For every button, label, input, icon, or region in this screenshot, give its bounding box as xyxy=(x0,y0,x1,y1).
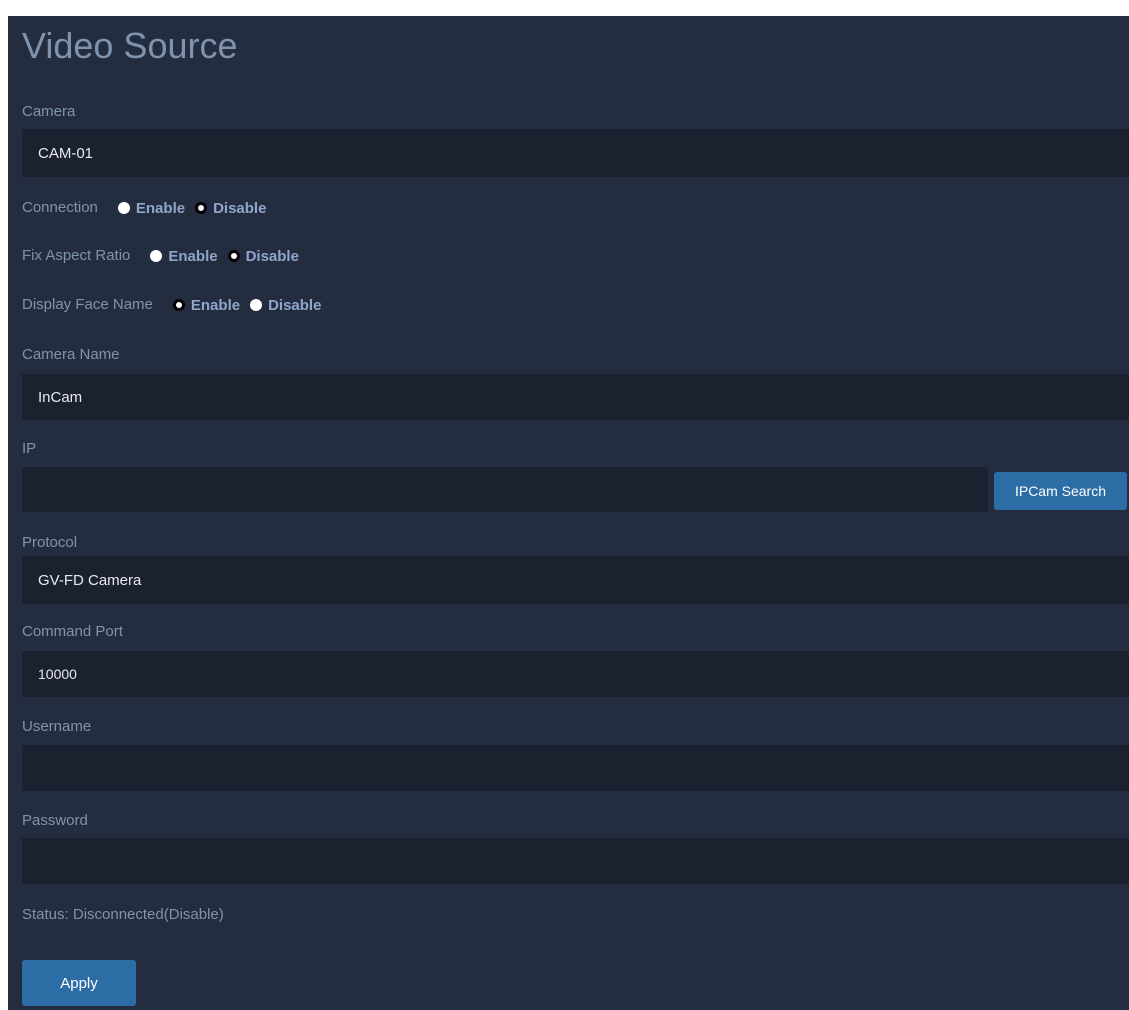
username-label: Username xyxy=(22,718,92,735)
protocol-select[interactable]: GV-FD Camera xyxy=(22,556,1129,604)
connection-status: Status: Disconnected(Disable) xyxy=(22,906,224,923)
password-label: Password xyxy=(22,812,88,829)
connection-enable-radio-dot xyxy=(117,202,130,214)
display-face-name-label: Display Face Name xyxy=(22,296,153,313)
command-port-input[interactable] xyxy=(22,651,1129,697)
ipcam-search-button[interactable]: IPCam Search xyxy=(994,472,1127,510)
fix-aspect-ratio-enable-radio-dot xyxy=(150,250,163,262)
display-face-name-row: Display Face Name Enable Disable xyxy=(22,296,331,314)
display-face-name-disable-radio-dot xyxy=(250,299,263,311)
password-input[interactable] xyxy=(22,838,1129,884)
protocol-label: Protocol xyxy=(22,534,78,551)
command-port-label: Command Port xyxy=(22,623,123,640)
ip-label: IP xyxy=(22,440,37,457)
connection-label: Connection xyxy=(22,199,98,216)
display-face-name-disable-label: Disable xyxy=(268,296,322,314)
camera-select[interactable]: CAM-01 xyxy=(22,129,1129,177)
display-face-name-disable-radio[interactable]: Disable xyxy=(250,297,321,314)
fix-aspect-ratio-disable-radio[interactable]: Disable xyxy=(227,247,299,265)
connection-disable-radio-dot xyxy=(195,202,208,214)
fix-aspect-ratio-disable-label: Disable xyxy=(245,247,299,265)
username-input[interactable] xyxy=(22,745,1129,791)
connection-enable-label: Enable xyxy=(135,199,186,217)
camera-label: Camera xyxy=(22,103,76,120)
connection-enable-radio[interactable]: Enable xyxy=(117,199,186,217)
fix-aspect-ratio-label: Fix Aspect Ratio xyxy=(22,247,131,264)
connection-disable-label: Disable xyxy=(213,199,267,217)
fix-aspect-ratio-enable-radio[interactable]: Enable xyxy=(150,247,218,265)
protocol-select-value: GV-FD Camera xyxy=(38,571,142,589)
display-face-name-enable-label: Enable xyxy=(190,296,241,314)
connection-row: Connection Enable Disable xyxy=(22,199,276,217)
camera-select-value: CAM-01 xyxy=(38,144,94,162)
video-source-panel: Video Source Camera CAM-01 Connection En… xyxy=(8,16,1129,1010)
display-face-name-enable-radio[interactable]: Enable xyxy=(172,296,241,314)
camera-name-label: Camera Name xyxy=(22,346,120,363)
camera-name-input[interactable] xyxy=(22,374,1129,420)
ip-input[interactable] xyxy=(22,467,988,512)
connection-disable-radio[interactable]: Disable xyxy=(195,200,266,217)
fix-aspect-ratio-enable-label: Enable xyxy=(168,247,218,265)
page-title: Video Source xyxy=(22,25,238,66)
fix-aspect-ratio-row: Fix Aspect Ratio Enable Disable xyxy=(22,247,309,265)
display-face-name-enable-radio-dot xyxy=(172,299,185,311)
apply-button[interactable]: Apply xyxy=(22,960,136,1006)
fix-aspect-ratio-disable-radio-dot xyxy=(227,250,240,262)
